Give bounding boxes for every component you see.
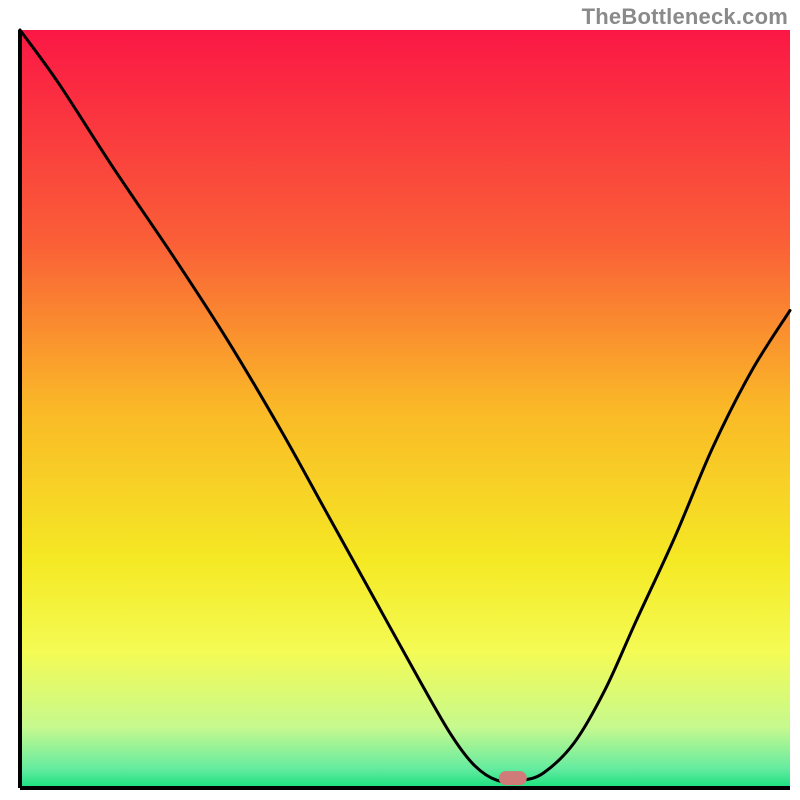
- attribution-label: TheBottleneck.com: [582, 4, 788, 30]
- chart-container: { "attribution": "TheBottleneck.com", "c…: [0, 0, 800, 800]
- current-value-marker: [499, 771, 527, 785]
- bottleneck-chart: [0, 0, 800, 800]
- gradient-background: [20, 30, 790, 788]
